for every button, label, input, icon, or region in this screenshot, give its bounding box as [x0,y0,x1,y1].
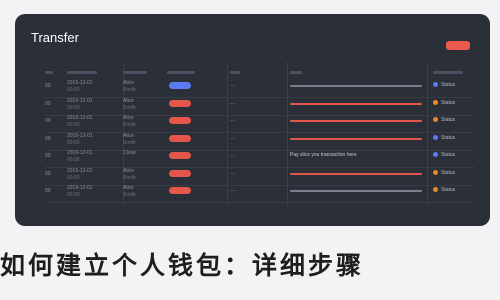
row-time: 00:00 [67,157,80,163]
row-name-secondary: Smith [123,122,136,128]
status-label: Status [441,152,456,158]
progress-bar [290,190,422,192]
row-date: 2019-12-01 [67,80,93,86]
row-time: 00:00 [67,192,80,198]
status-label: Status [441,82,456,88]
status-dot-icon [433,152,438,157]
status-dot-icon [433,134,438,140]
row-date: 2019-12-01 [67,115,93,121]
row-time: 00:00 [67,122,80,128]
row-number: 00 [45,170,51,177]
row-note: Pay slice you transaction here [290,152,357,158]
primary-action-button[interactable] [446,41,470,50]
row-date: 2019-12-01 [67,150,93,156]
status-label: Status [441,187,456,193]
status-pill[interactable] [169,187,191,194]
header-placeholder [290,71,302,74]
status-pill[interactable] [169,134,191,142]
row-date: 2019-12-01 [67,132,93,139]
row-time: 00:00 [67,139,80,146]
header-placeholder [167,71,195,74]
status-pill[interactable] [169,99,191,107]
status-pill[interactable] [169,82,191,89]
header-placeholder [45,71,53,74]
row-name: Alice [123,80,134,86]
row-date: 2019-12-01 [67,185,93,191]
row-date: 2019-12-01 [67,167,93,174]
status-label: Status [441,169,456,176]
status-pill[interactable] [169,152,191,159]
row-number: 00 [45,135,51,142]
row-name-secondary: Smith [123,87,136,93]
row-amount: — [230,188,235,194]
status-pill[interactable] [169,117,191,124]
table-row[interactable]: 00 2019-12-01 00:00 Alice Smith — Status [45,183,475,203]
status-dot-icon [433,99,438,105]
banner-heading: 如何建立个人钱包：详细步骤 [0,251,365,280]
status-label: Status [441,134,456,141]
row-name-secondary: Smith [123,192,136,198]
row-time: 00:00 [67,104,80,111]
row-name: Alice [123,115,134,121]
row-name: Alice [123,185,134,191]
row-amount: — [230,135,235,142]
row-amount: — [230,153,235,159]
status-label: Status [441,117,456,123]
row-divider [45,202,475,203]
row-amount: — [230,170,235,177]
row-name: Alice [123,167,134,174]
progress-bar [290,172,422,175]
header-placeholder [433,71,463,74]
status-label: Status [441,99,456,106]
header-placeholder [230,71,240,74]
transfer-panel: Transfer 00 2019-12-01 00:00 Alice Smith… [15,14,490,226]
row-date: 2019-12-01 [67,97,93,104]
row-amount: — [230,83,235,89]
row-time: 00:00 [67,174,80,181]
header-placeholder [67,71,97,74]
row-name: Alice [123,97,134,104]
progress-bar [290,85,422,87]
panel-title: Transfer [31,30,79,45]
row-name-secondary: Smith [123,139,136,146]
row-name: Alice [123,132,134,139]
progress-bar [290,120,422,122]
row-amount: — [230,100,235,107]
row-number: 00 [45,153,51,159]
status-dot-icon [433,169,438,175]
row-amount: — [230,118,235,124]
status-pill[interactable] [169,169,191,177]
progress-bar [290,137,422,140]
row-number: 00 [45,188,51,194]
status-dot-icon [433,82,438,87]
progress-bar [290,102,422,105]
status-dot-icon [433,117,438,122]
status-dot-icon [433,187,438,192]
header-placeholder [123,71,147,74]
row-name-secondary: Smith [123,104,136,111]
row-number: 00 [45,83,51,89]
row-name-secondary: Smith [123,174,136,181]
row-name: Close [123,150,136,156]
row-number: 00 [45,118,51,124]
row-time: 00:00 [67,87,80,93]
row-number: 00 [45,100,51,107]
